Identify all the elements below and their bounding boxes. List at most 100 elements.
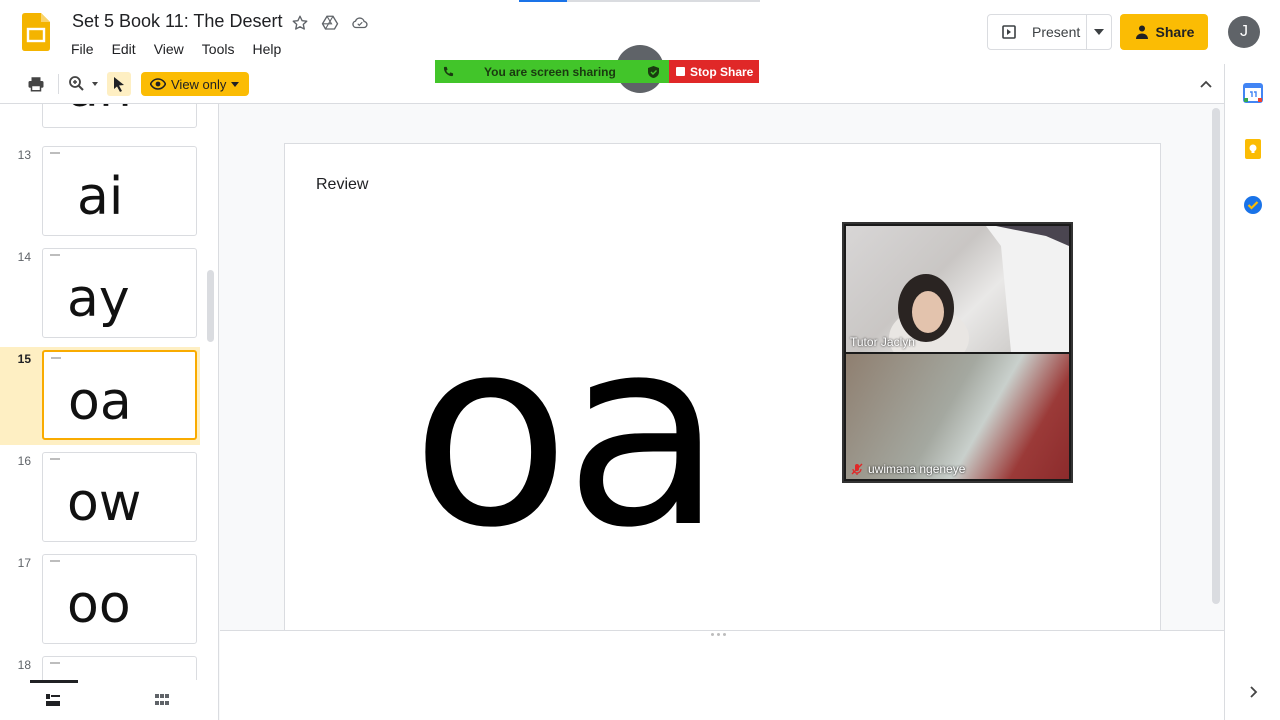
slide-number: 15 bbox=[17, 352, 31, 366]
slide-preview-text: oa bbox=[68, 372, 132, 432]
slide-preview-heading bbox=[50, 254, 60, 256]
slide-number: 18 bbox=[17, 658, 31, 672]
slide-preview-heading bbox=[50, 662, 60, 664]
participant-video[interactable]: uwimana ngeneye bbox=[846, 354, 1069, 479]
participant-video[interactable]: Tutor Jaclyn bbox=[846, 226, 1069, 352]
filmstrip-view-switcher bbox=[0, 680, 219, 720]
slide-thumbnail-partial[interactable]: ah bbox=[0, 104, 200, 134]
grid-view-icon[interactable] bbox=[154, 692, 170, 708]
slide-preview-text: ow bbox=[67, 473, 142, 533]
select-tool-button[interactable] bbox=[107, 72, 131, 96]
present-button[interactable]: Present bbox=[988, 15, 1088, 49]
printer-icon bbox=[28, 77, 44, 92]
view-mode-button[interactable]: View only bbox=[141, 72, 249, 96]
notes-resize-handle[interactable] bbox=[711, 633, 726, 636]
browser-tab-indicator bbox=[519, 0, 567, 2]
speaker-notes-panel[interactable] bbox=[220, 630, 1224, 720]
cloud-status-icon[interactable] bbox=[350, 13, 370, 33]
active-view-indicator bbox=[30, 680, 78, 683]
tasks-icon[interactable] bbox=[1243, 195, 1263, 215]
slide-preview-text: ah bbox=[67, 104, 132, 115]
chevron-up-icon bbox=[1200, 80, 1212, 88]
move-to-drive-icon[interactable] bbox=[320, 13, 340, 33]
video-call-panel[interactable]: Tutor Jaclyn uwimana ngeneye bbox=[842, 222, 1073, 483]
present-button-group: Present bbox=[987, 14, 1112, 50]
slide-preview-text: ai bbox=[77, 167, 124, 227]
menu-file[interactable]: File bbox=[62, 39, 103, 59]
stop-share-button[interactable]: Stop Share bbox=[669, 60, 759, 83]
chevron-right-icon[interactable] bbox=[1243, 682, 1263, 702]
stop-icon bbox=[676, 67, 685, 76]
slide-preview: ah bbox=[42, 104, 197, 128]
zoom-icon bbox=[69, 76, 98, 91]
slide-preview: oo bbox=[42, 554, 197, 644]
slide-preview-heading bbox=[50, 560, 60, 562]
participant-video-frame bbox=[889, 226, 1069, 352]
slide-preview-text: ay bbox=[67, 269, 130, 329]
slide-canvas[interactable]: Review oa bbox=[220, 104, 1224, 630]
side-panel bbox=[1224, 64, 1280, 720]
slide-preview: oa bbox=[42, 350, 197, 440]
present-options-button[interactable] bbox=[1087, 15, 1111, 49]
screen-share-status: You are screen sharing bbox=[484, 65, 616, 79]
participant-name: Tutor Jaclyn bbox=[850, 335, 915, 349]
menu-bar: File Edit View Tools Help bbox=[62, 39, 290, 59]
browser-tab-track bbox=[567, 0, 760, 2]
menu-view[interactable]: View bbox=[145, 39, 193, 59]
slide-number: 16 bbox=[17, 454, 31, 468]
phone-icon bbox=[443, 66, 454, 77]
shield-check-icon bbox=[648, 66, 659, 78]
slide-preview: ai bbox=[42, 146, 197, 236]
slide-number: 13 bbox=[17, 148, 31, 162]
filmstrip-view-icon[interactable] bbox=[45, 692, 61, 708]
slide-thumbnail[interactable]: 16 ow bbox=[0, 452, 200, 548]
slide-preview: ay bbox=[42, 248, 197, 338]
slide-thumbnail[interactable]: 18 bbox=[0, 656, 200, 680]
slide-heading: Review bbox=[316, 176, 369, 193]
slide-main-text: oa bbox=[411, 283, 723, 585]
zoom-button[interactable] bbox=[64, 72, 102, 96]
present-icon bbox=[1002, 25, 1016, 39]
mic-off-icon bbox=[851, 463, 863, 475]
menu-edit[interactable]: Edit bbox=[103, 39, 145, 59]
document-title[interactable]: Set 5 Book 11: The Desert bbox=[72, 11, 282, 32]
star-icon[interactable] bbox=[290, 13, 310, 33]
canvas-scrollbar[interactable] bbox=[1212, 108, 1220, 604]
slide-thumbnail[interactable]: 17 oo bbox=[0, 554, 200, 650]
account-avatar[interactable]: J bbox=[1228, 16, 1260, 48]
slide-thumbnail-selected[interactable]: 15 oa bbox=[0, 347, 200, 445]
eye-icon bbox=[150, 78, 166, 90]
caret-down-icon bbox=[231, 81, 240, 87]
filmstrip-scrollbar[interactable] bbox=[207, 270, 214, 342]
stop-share-label: Stop Share bbox=[690, 64, 754, 79]
slide-number: 17 bbox=[17, 556, 31, 570]
menu-help[interactable]: Help bbox=[243, 39, 290, 59]
slide-thumbnail[interactable]: 14 ay bbox=[0, 248, 200, 344]
slides-logo-icon[interactable] bbox=[22, 13, 50, 51]
slide-number: 14 bbox=[17, 250, 31, 264]
hide-menus-button[interactable] bbox=[1194, 72, 1218, 96]
caret-down-icon bbox=[1094, 29, 1105, 35]
toolbar-divider bbox=[58, 74, 59, 94]
print-button[interactable] bbox=[24, 72, 48, 96]
slide-preview-heading bbox=[50, 152, 60, 154]
present-label: Present bbox=[1032, 24, 1081, 40]
share-button[interactable]: Share bbox=[1120, 14, 1208, 50]
keep-icon[interactable] bbox=[1243, 139, 1263, 159]
slide-thumbnail[interactable]: 13 ai bbox=[0, 146, 200, 242]
participant-name: uwimana ngeneye bbox=[868, 462, 966, 476]
slide-filmstrip[interactable]: ah 13 ai 14 ay 15 oa 16 ow 17 bbox=[0, 104, 219, 680]
title-actions bbox=[290, 13, 370, 33]
screen-share-banner[interactable]: You are screen sharing bbox=[435, 60, 669, 83]
slide-preview-heading bbox=[51, 357, 61, 359]
slide-preview-text: oo bbox=[67, 575, 131, 635]
person-lock-icon bbox=[1135, 25, 1148, 39]
slide-preview: ow bbox=[42, 452, 197, 542]
share-label: Share bbox=[1155, 24, 1195, 40]
menu-tools[interactable]: Tools bbox=[193, 39, 244, 59]
slide-preview bbox=[42, 656, 197, 680]
cursor-icon bbox=[114, 77, 124, 92]
calendar-icon[interactable] bbox=[1243, 83, 1263, 103]
slide-preview-heading bbox=[50, 458, 60, 460]
view-mode-label: View only bbox=[171, 76, 227, 92]
